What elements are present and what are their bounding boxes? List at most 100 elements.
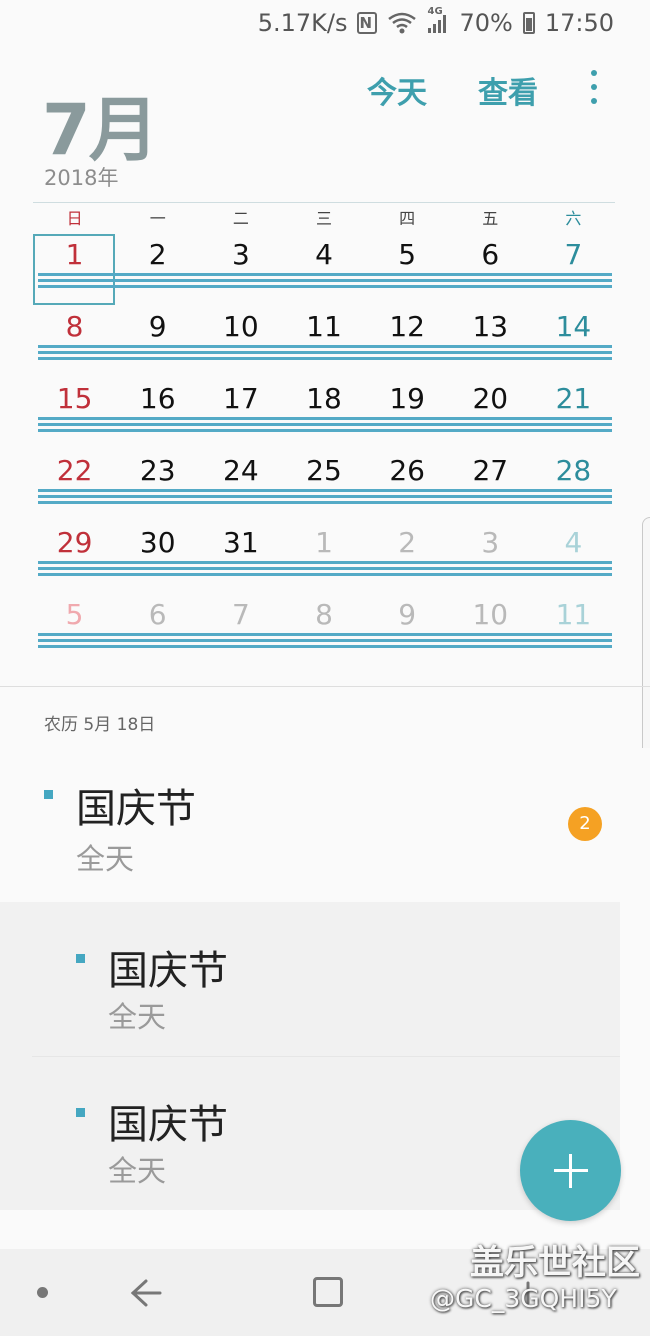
- day-cell[interactable]: 16: [116, 382, 199, 415]
- day-cell[interactable]: 8: [33, 310, 116, 343]
- day-cell[interactable]: 1: [33, 238, 116, 271]
- day-cell[interactable]: 6: [116, 598, 199, 631]
- weekday-sat: 六: [565, 209, 582, 228]
- weekday-wed: 三: [315, 209, 332, 228]
- week-row: 15 16 17 18 19 20 21: [33, 375, 615, 447]
- month-calendar: 日 一 二 三 四 五 六 1 2 3 4 5 6 7 8 9 10 11 12…: [33, 202, 615, 663]
- event-bars: [38, 633, 612, 651]
- nfc-icon: N: [357, 12, 378, 34]
- signal-icon: 4G: [427, 6, 449, 34]
- today-button[interactable]: 今天: [367, 68, 427, 112]
- network-type: 4G: [427, 6, 443, 17]
- day-cell[interactable]: 5: [33, 598, 116, 631]
- year-label: 2018年: [44, 166, 119, 190]
- day-cell[interactable]: 28: [532, 454, 615, 487]
- day-cell[interactable]: 11: [532, 598, 615, 631]
- day-cell[interactable]: 31: [199, 526, 282, 559]
- event-bars: [38, 489, 612, 507]
- day-cell[interactable]: 26: [366, 454, 449, 487]
- event-title: 国庆节: [108, 1102, 228, 1148]
- weekday-mon: 一: [149, 209, 166, 228]
- day-cell[interactable]: 23: [116, 454, 199, 487]
- weekday-thu: 四: [399, 209, 416, 228]
- day-cell[interactable]: 22: [33, 454, 116, 487]
- day-cell[interactable]: 2: [366, 526, 449, 559]
- day-cell[interactable]: 29: [33, 526, 116, 559]
- event-bars: [38, 561, 612, 579]
- day-cell[interactable]: 24: [199, 454, 282, 487]
- event-bars: [38, 345, 612, 363]
- event-color-dot-icon: [76, 954, 85, 963]
- event-title: 国庆节: [76, 786, 196, 832]
- week-row: 22 23 24 25 26 27 28: [33, 447, 615, 519]
- day-cell[interactable]: 3: [199, 238, 282, 271]
- list-divider: [32, 1056, 620, 1057]
- week-row: 5 6 7 8 9 10 11: [33, 591, 615, 663]
- day-cell[interactable]: 1: [282, 526, 365, 559]
- wifi-icon: [387, 11, 417, 35]
- day-cell[interactable]: 20: [449, 382, 532, 415]
- network-speed: 5.17K/s: [257, 9, 348, 37]
- event-item[interactable]: 国庆节 全天: [0, 902, 620, 1056]
- more-dot-icon: [591, 70, 597, 76]
- back-icon[interactable]: [126, 1273, 166, 1313]
- day-cell[interactable]: 7: [199, 598, 282, 631]
- day-cell[interactable]: 10: [199, 310, 282, 343]
- day-cell[interactable]: 18: [282, 382, 365, 415]
- recent-apps-icon[interactable]: [313, 1277, 343, 1307]
- day-cell[interactable]: 6: [449, 238, 532, 271]
- day-cell[interactable]: 4: [532, 526, 615, 559]
- event-item[interactable]: 国庆节 全天 2: [0, 748, 650, 902]
- nav-dot-icon[interactable]: [37, 1287, 48, 1298]
- day-cell[interactable]: 7: [532, 238, 615, 271]
- event-count-badge: 2: [568, 807, 602, 841]
- day-cell[interactable]: 27: [449, 454, 532, 487]
- watermark-title: 盖乐世社区: [470, 1243, 640, 1283]
- more-dot-icon: [591, 98, 597, 104]
- lunar-date: 农历 5月 18日: [44, 715, 156, 735]
- weekday-header: 日 一 二 三 四 五 六: [33, 203, 615, 231]
- event-bars: [38, 417, 612, 435]
- view-button[interactable]: 查看: [478, 68, 538, 112]
- day-cell[interactable]: 8: [282, 598, 365, 631]
- day-cell[interactable]: 2: [116, 238, 199, 271]
- day-cell[interactable]: 9: [366, 598, 449, 631]
- weekday-tue: 二: [232, 209, 249, 228]
- weekday-sun: 日: [66, 209, 83, 228]
- day-cell[interactable]: 25: [282, 454, 365, 487]
- event-time: 全天: [108, 1154, 167, 1188]
- status-bar: 5.17K/s N 4G 70% 17:50: [0, 0, 650, 46]
- more-options-button[interactable]: [584, 70, 604, 104]
- day-cell[interactable]: 30: [116, 526, 199, 559]
- day-cell[interactable]: 12: [366, 310, 449, 343]
- week-row: 29 30 31 1 2 3 4: [33, 519, 615, 591]
- plus-icon: [569, 1153, 572, 1188]
- day-cell[interactable]: 13: [449, 310, 532, 343]
- event-title: 国庆节: [108, 948, 228, 994]
- day-cell[interactable]: 5: [366, 238, 449, 271]
- day-cell[interactable]: 4: [282, 238, 365, 271]
- event-color-dot-icon: [44, 790, 53, 799]
- day-cell[interactable]: 14: [532, 310, 615, 343]
- add-event-button[interactable]: [520, 1120, 621, 1221]
- watermark-handle: @GC_3GQHI5Y: [430, 1284, 617, 1313]
- day-cell[interactable]: 9: [116, 310, 199, 343]
- week-row: 1 2 3 4 5 6 7: [33, 231, 615, 305]
- event-bars: [38, 273, 612, 291]
- month-title: 7月: [42, 89, 159, 171]
- day-cell[interactable]: 21: [532, 382, 615, 415]
- day-cell[interactable]: 17: [199, 382, 282, 415]
- day-cell[interactable]: 10: [449, 598, 532, 631]
- day-cell[interactable]: 15: [33, 382, 116, 415]
- day-cell[interactable]: 11: [282, 310, 365, 343]
- day-cell[interactable]: 19: [366, 382, 449, 415]
- event-time: 全天: [76, 842, 135, 876]
- week-row: 8 9 10 11 12 13 14: [33, 303, 615, 375]
- clock: 17:50: [544, 9, 614, 37]
- battery-percent: 70%: [459, 9, 513, 37]
- calendar-agenda-divider: [0, 686, 650, 687]
- more-dot-icon: [591, 84, 597, 90]
- panel-drag-handle[interactable]: [642, 517, 650, 780]
- day-cell[interactable]: 3: [449, 526, 532, 559]
- event-time: 全天: [108, 1000, 167, 1034]
